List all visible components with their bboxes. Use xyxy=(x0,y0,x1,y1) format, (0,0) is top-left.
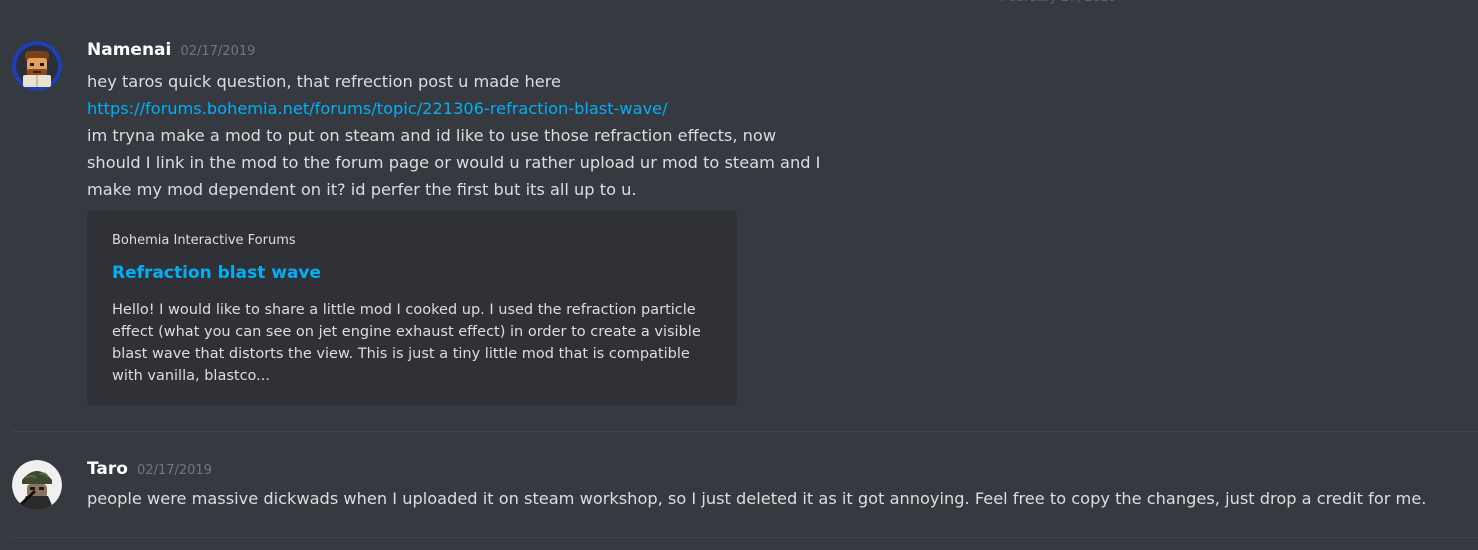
chat-messages[interactable]: February 17, 2019 Namenai 02/17/2019 hey… xyxy=(0,0,1478,550)
embed-description-line: with vanilla, blastco... xyxy=(112,368,270,384)
message-header: Namenai 02/17/2019 xyxy=(87,40,255,64)
link-embed: Bohemia Interactive Forums Refraction bl… xyxy=(87,211,737,405)
embed-description: Hello! I would like to share a little mo… xyxy=(112,299,712,387)
forum-link[interactable]: https://forums.bohemia.net/forums/topic/… xyxy=(87,95,847,122)
message-content: hey taros quick question, that refrectio… xyxy=(87,68,847,203)
timestamp: 02/17/2019 xyxy=(180,44,256,59)
message-text-line: hey taros quick question, that refrectio… xyxy=(87,72,562,91)
date-separator: February 17, 2019 xyxy=(1000,0,1116,8)
message-text-line: im tryna make a mod to put on steam and … xyxy=(87,126,777,145)
message-content: people were massive dickwads when I uplo… xyxy=(87,485,1467,512)
lego-character-avatar-icon[interactable] xyxy=(12,41,62,91)
username[interactable]: Taro xyxy=(87,459,128,479)
message-text-line: make my mod dependent on it? id perfer t… xyxy=(87,180,637,199)
message-divider xyxy=(12,431,1478,432)
message-text-line: should I link in the mod to the forum pa… xyxy=(87,153,821,172)
soldier-avatar-icon[interactable] xyxy=(12,460,62,510)
embed-description-line: blast wave that distorts the view. This … xyxy=(112,346,690,362)
timestamp: 02/17/2019 xyxy=(137,463,212,478)
embed-description-line: Hello! I would like to share a little mo… xyxy=(112,302,696,318)
message-divider xyxy=(12,537,1478,538)
username[interactable]: Namenai xyxy=(87,40,171,60)
message-text-line: people were massive dickwads when I uplo… xyxy=(87,489,1427,508)
embed-provider: Bohemia Interactive Forums xyxy=(112,233,296,248)
embed-title-link[interactable]: Refraction blast wave xyxy=(112,263,321,283)
message-header: Taro 02/17/2019 xyxy=(87,459,212,483)
embed-description-line: effect (what you can see on jet engine e… xyxy=(112,324,701,340)
